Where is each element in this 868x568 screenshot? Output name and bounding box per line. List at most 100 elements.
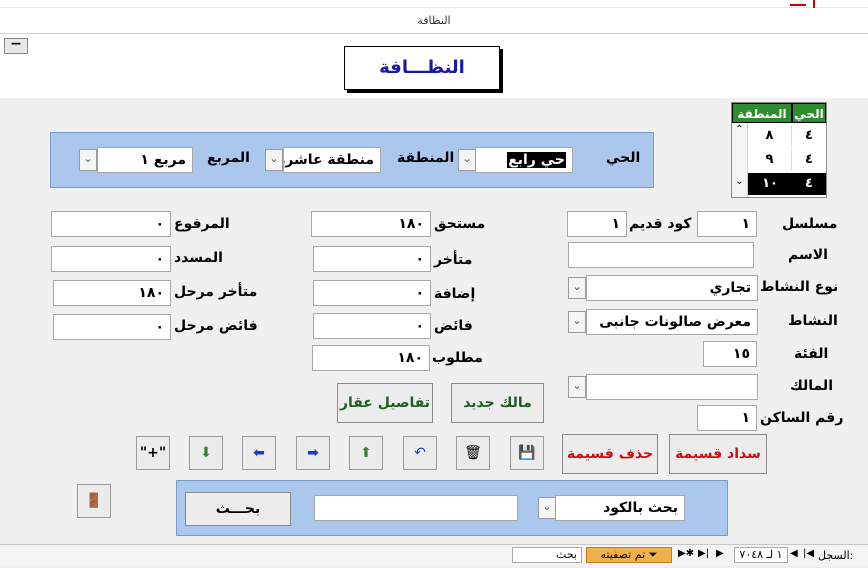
required-label: مطلوب xyxy=(432,350,483,366)
first-record-button[interactable]: ⬆ xyxy=(349,436,383,470)
activity-type-combobox[interactable]: تجاري xyxy=(586,275,758,301)
hay-value: حي رابع xyxy=(507,152,566,168)
search-mode-dropdown-icon[interactable]: ⌄ xyxy=(538,497,556,519)
nav-last-icon[interactable]: ▶| xyxy=(698,548,709,559)
addition-field[interactable]: ٠ xyxy=(313,280,431,306)
exit-button[interactable]: 🚪 xyxy=(77,484,111,518)
scroll-down-icon[interactable]: ⌄ xyxy=(732,175,747,189)
nav-next-icon[interactable]: ▶ xyxy=(716,548,724,559)
list-item-region: ٨ xyxy=(748,125,792,147)
serial-field[interactable]: ١ xyxy=(697,211,757,237)
name-field[interactable] xyxy=(568,242,754,268)
delete-voucher-button[interactable]: حذف قسيمة xyxy=(562,434,658,474)
region-dropdown-icon[interactable]: ⌄ xyxy=(265,149,283,171)
search-mode-combobox[interactable]: بحث بالكود xyxy=(555,495,685,521)
list-item-hay: ٤ xyxy=(805,128,813,143)
owner-dropdown-icon[interactable]: ⌄ xyxy=(568,376,586,398)
list-item[interactable]: ٨ ٤ xyxy=(748,125,826,147)
pay-voucher-button[interactable]: سداد قسيمة xyxy=(669,434,767,474)
filter-status-badge[interactable]: ⏷ تم تصفيته xyxy=(586,547,672,563)
hay-label: الحي xyxy=(606,150,641,166)
save-button[interactable]: 💾 xyxy=(510,436,544,470)
top-strip-mark xyxy=(790,4,806,6)
filter-status-label: تم تصفيته xyxy=(600,548,646,561)
top-strip xyxy=(0,0,868,8)
old-code-field[interactable]: ١ xyxy=(567,211,627,237)
category-label: الفئة xyxy=(794,346,829,362)
delete-button[interactable]: 🗑 xyxy=(456,436,490,470)
due-field[interactable]: ١٨٠ xyxy=(311,211,431,237)
list-scrollbar[interactable]: ⌃ ⌄ xyxy=(732,123,748,197)
region-combobox[interactable]: منطقة عاشرة xyxy=(283,147,381,173)
filter-panel: الحي حي رابع ⌄ المنطقة منطقة عاشرة ⌄ الم… xyxy=(50,132,654,188)
block-dropdown-icon[interactable]: ⌄ xyxy=(79,149,97,171)
last-record-icon: ⬇ xyxy=(200,445,212,461)
old-code-label: كود قديم xyxy=(629,216,692,232)
owner-label: المالك xyxy=(790,378,833,394)
owner-combobox[interactable] xyxy=(586,374,758,400)
paid-field[interactable]: ٠ xyxy=(51,246,171,272)
record-navigation-bar: السجل: |◀ ◀ ١ لـ ٧٠٤٨ ▶ ▶| ▶✱ ⏷ تم تصفيت… xyxy=(0,544,868,566)
nav-new-icon[interactable]: ▶✱ xyxy=(678,548,694,559)
block-combobox[interactable]: مربع ١ xyxy=(97,147,193,173)
property-details-button[interactable]: تفاصيل عقار xyxy=(337,383,433,423)
last-record-button[interactable]: ⬇ xyxy=(189,436,223,470)
list-header-region[interactable]: المنطقة xyxy=(732,103,792,123)
tenant-number-field[interactable]: ١ xyxy=(697,405,757,431)
prev-record-icon: ⬅ xyxy=(253,445,265,461)
trash-icon: 🗑 xyxy=(464,445,482,461)
search-panel: بحث بالكود ⌄ بحـــث xyxy=(176,480,728,536)
list-item[interactable]: ٩ ٤ xyxy=(748,149,826,171)
scroll-up-icon[interactable]: ⌃ xyxy=(732,123,747,137)
required-field[interactable]: ١٨٠ xyxy=(312,345,430,371)
record-label: السجل: xyxy=(818,549,854,562)
record-position-field[interactable]: ١ لـ ٧٠٤٨ xyxy=(734,547,788,563)
activity-type-label: نوع النشاط xyxy=(760,279,839,295)
undo-icon: ↶ xyxy=(414,445,426,461)
late-label: متأخر xyxy=(434,252,473,268)
search-button[interactable]: بحـــث xyxy=(185,492,291,526)
list-item-region: ٩ xyxy=(748,149,792,171)
list-header-hay[interactable]: الحي xyxy=(792,103,826,123)
minimize-button[interactable]: − xyxy=(4,37,28,54)
search-input[interactable] xyxy=(314,495,518,521)
region-list[interactable]: الحي المنطقة ⌃ ⌄ ٨ ٤ ٩ ٤ ١٠ ٤ xyxy=(731,102,827,198)
prev-record-button[interactable]: ⬅ xyxy=(242,436,276,470)
raised-label: المرفوع xyxy=(174,216,230,232)
serial-label: مسلسل xyxy=(782,216,838,232)
new-owner-button[interactable]: مالك جديد xyxy=(451,383,544,423)
category-field[interactable]: ١٥ xyxy=(703,341,757,367)
next-record-button[interactable]: ➡ xyxy=(296,436,330,470)
next-record-icon: ➡ xyxy=(307,445,319,461)
form-title: النظـــافة xyxy=(344,46,500,90)
top-strip-accent xyxy=(813,0,815,8)
hay-combobox[interactable]: حي رابع xyxy=(475,147,573,173)
due-label: مستحق xyxy=(434,216,486,232)
activity-label: النشاط xyxy=(788,313,838,329)
carried-late-label: متأخر مرحل xyxy=(174,284,258,300)
addition-label: إضافة xyxy=(434,286,476,302)
surplus-field[interactable]: ٠ xyxy=(313,313,431,339)
activity-type-dropdown-icon[interactable]: ⌄ xyxy=(568,277,586,299)
tenant-number-label: رقم الساكن xyxy=(760,410,844,426)
first-record-icon: ⬆ xyxy=(360,445,372,461)
list-item-region: ١٠ xyxy=(762,176,778,191)
new-record-button[interactable]: "+" xyxy=(136,436,170,470)
save-disk-icon: 💾 xyxy=(518,445,536,461)
paid-label: المسدد xyxy=(174,250,223,266)
status-search-box[interactable]: بحث xyxy=(512,547,582,563)
carried-late-field[interactable]: ١٨٠ xyxy=(53,280,171,306)
activity-dropdown-icon[interactable]: ⌄ xyxy=(568,311,586,333)
list-item-selected[interactable]: ١٠ ٤ xyxy=(748,173,826,195)
name-label: الاسم xyxy=(788,247,828,263)
carried-surplus-field[interactable]: ٠ xyxy=(53,314,171,340)
block-label: المربع xyxy=(207,150,250,166)
raised-field[interactable]: ٠ xyxy=(51,211,171,237)
activity-combobox[interactable]: معرض صالونات جانبى xyxy=(586,309,758,335)
hay-dropdown-icon[interactable]: ⌄ xyxy=(458,149,476,171)
late-field[interactable]: ٠ xyxy=(313,246,431,272)
nav-first-icon[interactable]: |◀ xyxy=(803,548,814,559)
nav-prev-icon[interactable]: ◀ xyxy=(790,548,798,559)
exit-door-icon: 🚪 xyxy=(85,493,103,509)
undo-button[interactable]: ↶ xyxy=(403,436,437,470)
